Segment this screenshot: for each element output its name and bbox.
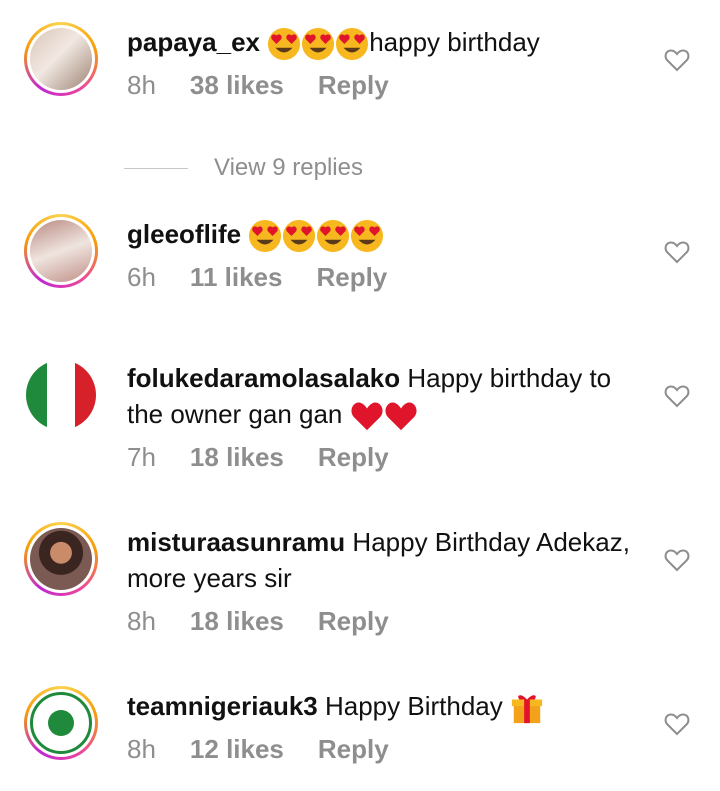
- likes-count[interactable]: 18 likes: [190, 442, 284, 473]
- timestamp: 8h: [127, 606, 156, 636]
- red-heart-emoji-icon: [350, 399, 384, 433]
- avatar[interactable]: [24, 522, 98, 596]
- heart-eyes-emoji-icon: [316, 219, 350, 253]
- comment-body: misturaasunramu Happy Birthday Adekaz, m…: [127, 524, 647, 596]
- gift-emoji-icon: [510, 691, 544, 725]
- emoji-group: [267, 27, 369, 57]
- avatar[interactable]: [24, 214, 98, 288]
- comment-meta: 7h 18 likes Reply: [127, 442, 423, 473]
- like-heart-icon[interactable]: [664, 548, 690, 572]
- view-replies[interactable]: View 9 replies: [124, 154, 363, 182]
- likes-count[interactable]: 18 likes: [190, 606, 284, 637]
- likes-count[interactable]: 11 likes: [190, 262, 283, 293]
- timestamp: 8h: [127, 734, 156, 764]
- reply-button[interactable]: Reply: [318, 606, 389, 637]
- comment-body: folukedaramolasalako Happy birthday to t…: [127, 360, 647, 433]
- username[interactable]: folukedaramolasalako: [127, 363, 400, 393]
- comment-body: papaya_ex happy birthday: [127, 24, 647, 61]
- username[interactable]: teamnigeriauk3: [127, 691, 318, 721]
- timestamp: 8h: [127, 70, 156, 100]
- reply-button[interactable]: Reply: [318, 442, 389, 473]
- username[interactable]: gleeoflife: [127, 219, 241, 249]
- reply-button[interactable]: Reply: [316, 262, 387, 293]
- comment-text: happy birthday: [369, 27, 540, 57]
- heart-eyes-emoji-icon: [248, 219, 282, 253]
- heart-eyes-emoji-icon: [282, 219, 316, 253]
- heart-eyes-emoji-icon: [267, 27, 301, 61]
- reply-button[interactable]: Reply: [318, 734, 389, 765]
- like-heart-icon[interactable]: [664, 48, 690, 72]
- like-heart-icon[interactable]: [664, 712, 690, 736]
- heart-eyes-emoji-icon: [301, 27, 335, 61]
- like-heart-icon[interactable]: [664, 240, 690, 264]
- comment-body: teamnigeriauk3 Happy Birthday: [127, 688, 647, 725]
- heart-eyes-emoji-icon: [335, 27, 369, 61]
- timestamp: 7h: [127, 442, 156, 472]
- red-heart-emoji-icon: [384, 399, 418, 433]
- comment-meta: 8h 18 likes Reply: [127, 606, 423, 637]
- timestamp: 6h: [127, 262, 156, 292]
- avatar[interactable]: [24, 686, 98, 760]
- like-heart-icon[interactable]: [664, 384, 690, 408]
- comment-meta: 8h 38 likes Reply: [127, 70, 423, 101]
- divider: [124, 167, 188, 169]
- comment-body: gleeoflife: [127, 216, 647, 253]
- likes-count[interactable]: 38 likes: [190, 70, 284, 101]
- avatar[interactable]: [24, 22, 98, 96]
- view-replies-label[interactable]: View 9 replies: [214, 154, 363, 182]
- emoji-group: [248, 219, 384, 249]
- likes-count[interactable]: 12 likes: [190, 734, 284, 765]
- emoji-group: [350, 399, 418, 429]
- comment-meta: 6h 11 likes Reply: [127, 262, 421, 293]
- username[interactable]: misturaasunramu: [127, 527, 345, 557]
- avatar[interactable]: [24, 358, 98, 432]
- comment-meta: 8h 12 likes Reply: [127, 734, 423, 765]
- heart-eyes-emoji-icon: [350, 219, 384, 253]
- comment-text: Happy Birthday: [324, 691, 503, 721]
- username[interactable]: papaya_ex: [127, 27, 260, 57]
- reply-button[interactable]: Reply: [318, 70, 389, 101]
